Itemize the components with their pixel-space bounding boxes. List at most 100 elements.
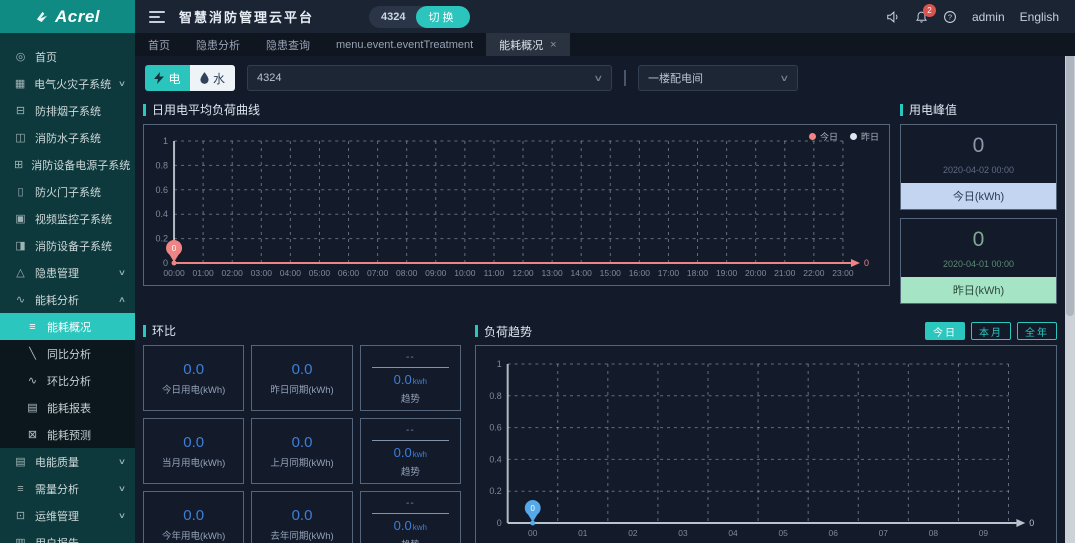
sidebar-item-power-quality[interactable]: ▤电能质量∨ (0, 448, 135, 475)
chevron-down-icon: ∨ (118, 484, 126, 493)
svg-text:19:00: 19:00 (716, 268, 738, 278)
sidebar-item-smoke-exhaust[interactable]: ⊟防排烟子系统 (0, 97, 135, 124)
station-select[interactable]: 4324 ∨ (247, 65, 612, 91)
smoke-exhaust-icon: ⊟ (14, 104, 27, 117)
peak-title: 用电峰值 (900, 101, 1057, 118)
sidebar-subitem-mom-analysis[interactable]: ∿环比分析 (0, 367, 135, 394)
sidebar-item-electrical-fire[interactable]: ▦电气火灾子系统∨ (0, 70, 135, 97)
mom-icon: ∿ (26, 374, 39, 387)
sidebar-item-energy-analysis[interactable]: ∿能耗分析∧ (0, 286, 135, 313)
help-icon[interactable]: ? (943, 10, 957, 24)
speaker-icon[interactable] (886, 10, 900, 24)
stat-label: 今日用电(kWh) (162, 382, 225, 396)
sidebar-item-fire-water[interactable]: ◫消防水子系统 (0, 124, 135, 151)
lightning-icon (154, 72, 164, 84)
tab-label: 首页 (148, 37, 170, 53)
room-select[interactable]: 一楼配电间 ∨ (638, 65, 798, 91)
trend-unit: kwh (413, 377, 427, 386)
svg-text:1: 1 (163, 136, 168, 146)
tab-bar: 首页隐患分析隐患查询menu.event.eventTreatment能耗概况× (135, 33, 1075, 56)
sidebar-subitem-yoy-analysis[interactable]: ╲ 同比分析 (0, 340, 135, 367)
legend-item[interactable]: 今日 (809, 130, 838, 143)
close-icon[interactable]: × (550, 39, 556, 51)
svg-text:?: ? (948, 12, 952, 21)
range-today-button[interactable]: 今日 (925, 322, 965, 340)
sidebar-item-ops-mgmt[interactable]: ⊡运维管理∨ (0, 502, 135, 529)
svg-text:0.4: 0.4 (489, 454, 501, 464)
sidebar-subitem-energy-report[interactable]: ▤能耗报表 (0, 394, 135, 421)
svg-text:0: 0 (531, 504, 536, 513)
bell-icon[interactable]: 2 (915, 10, 928, 24)
sidebar-item-label: 能耗分析 (35, 292, 79, 308)
sidebar-item-label: 视频监控子系统 (35, 211, 112, 227)
svg-text:07: 07 (879, 528, 889, 538)
sidebar-item-hazard-mgmt[interactable]: △隐患管理∨ (0, 259, 135, 286)
svg-text:16:00: 16:00 (629, 268, 651, 278)
user-report-icon: ▥ (14, 536, 27, 543)
tab-home[interactable]: 首页 (135, 33, 183, 56)
sidebar-item-home[interactable]: ◎首页 (0, 43, 135, 70)
sidebar-item-fire-power[interactable]: ⊞消防设备电源子系统 (0, 151, 135, 178)
sidebar-subitem-label: 同比分析 (47, 346, 91, 362)
sidebar-item-video-monitor[interactable]: ▣ 视频监控子系统 (0, 205, 135, 232)
filter-row: 电 水 4324 ∨ 一楼配电间 ∨ (145, 65, 1057, 91)
tab-hazard-query[interactable]: 隐患查询 (253, 33, 323, 56)
water-toggle-button[interactable]: 水 (190, 65, 235, 91)
sidebar-subitem-label: 能耗报表 (47, 400, 91, 416)
stat-value: 0.0 (183, 434, 204, 451)
stat-label: 昨日同期(kWh) (270, 382, 333, 396)
svg-text:01: 01 (578, 528, 588, 538)
main-content: 电 水 4324 ∨ 一楼配电间 ∨ 日用电平均负 (135, 56, 1065, 543)
svg-text:13:00: 13:00 (541, 268, 563, 278)
huanbi-panel: 环比 0.0今日用电(kWh)0.0昨日同期(kWh)--0.0kwh趋势0.0… (143, 322, 461, 543)
electric-toggle-button[interactable]: 电 (145, 65, 190, 91)
stat-value: 0.0 (292, 507, 313, 524)
svg-text:0.2: 0.2 (156, 234, 169, 244)
load-trend-chart-box: 00.20.40.60.810001020304050607080900 (475, 345, 1057, 543)
yoy-icon: ╲ (26, 347, 39, 360)
svg-text:08: 08 (929, 528, 939, 538)
sidebar-item-demand-analysis[interactable]: ≡需量分析∨ (0, 475, 135, 502)
svg-text:01:00: 01:00 (192, 268, 214, 278)
peak-card-today: 02020-04-02 00:00今日(kWh) (900, 124, 1057, 210)
chevron-down-icon: ∨ (118, 79, 126, 88)
svg-text:06: 06 (829, 528, 839, 538)
stat-label: 上月同期(kWh) (270, 455, 333, 469)
tab-event-treatment[interactable]: menu.event.eventTreatment (323, 33, 486, 56)
stat-card-compare: 0.0上月同期(kWh) (251, 418, 352, 484)
home-icon: ◎ (14, 50, 27, 63)
legend-label: 昨日 (861, 130, 879, 143)
trend-value-unit: 0.0kwh (394, 445, 427, 460)
sidebar-item-fire-device[interactable]: ◨消防设备子系统 (0, 232, 135, 259)
chart-legend: 今日 昨日 (809, 130, 879, 143)
app-title: 智慧消防管理云平台 (179, 7, 314, 26)
sidebar-item-label: 运维管理 (35, 508, 79, 524)
vertical-scrollbar[interactable] (1065, 33, 1075, 543)
svg-text:09:00: 09:00 (425, 268, 447, 278)
tab-hazard-analysis[interactable]: 隐患分析 (183, 33, 253, 56)
range-year-button[interactable]: 全年 (1017, 322, 1057, 340)
sidebar-item-user-report[interactable]: ▥ 用户报告 (0, 529, 135, 543)
svg-text:0: 0 (864, 258, 869, 268)
sidebar-subitem-energy-forecast[interactable]: ⊠能耗预测 (0, 421, 135, 448)
sidebar-subitem-energy-overview[interactable]: ≡能耗概况 (0, 313, 135, 340)
sidebar-item-label: 用户报告 (35, 535, 79, 543)
load-trend-panel: 负荷趋势 今日本月全年 00.20.40.60.8100010203040506… (475, 322, 1057, 543)
trend-label: 趋势 (401, 537, 420, 543)
legend-item[interactable]: 昨日 (850, 130, 879, 143)
switch-station-button[interactable]: 切换 (416, 6, 470, 28)
sidebar-item-fire-door[interactable]: ▯防火门子系统 (0, 178, 135, 205)
row-stats-trend: 环比 0.0今日用电(kWh)0.0昨日同期(kWh)--0.0kwh趋势0.0… (143, 322, 1057, 543)
chevron-down-icon: ∨ (118, 457, 126, 466)
scrollbar-thumb[interactable] (1066, 35, 1074, 316)
language-switch[interactable]: English (1020, 10, 1059, 24)
svg-text:0: 0 (497, 518, 502, 528)
menu-collapse-icon[interactable] (149, 11, 165, 23)
video-monitor-icon: ▣ (14, 212, 27, 225)
tab-energy-overview[interactable]: 能耗概况× (486, 33, 569, 56)
username[interactable]: admin (972, 10, 1005, 24)
fire-door-icon: ▯ (14, 185, 27, 198)
svg-text:15:00: 15:00 (600, 268, 622, 278)
range-month-button[interactable]: 本月 (971, 322, 1011, 340)
svg-text:0: 0 (172, 244, 177, 253)
